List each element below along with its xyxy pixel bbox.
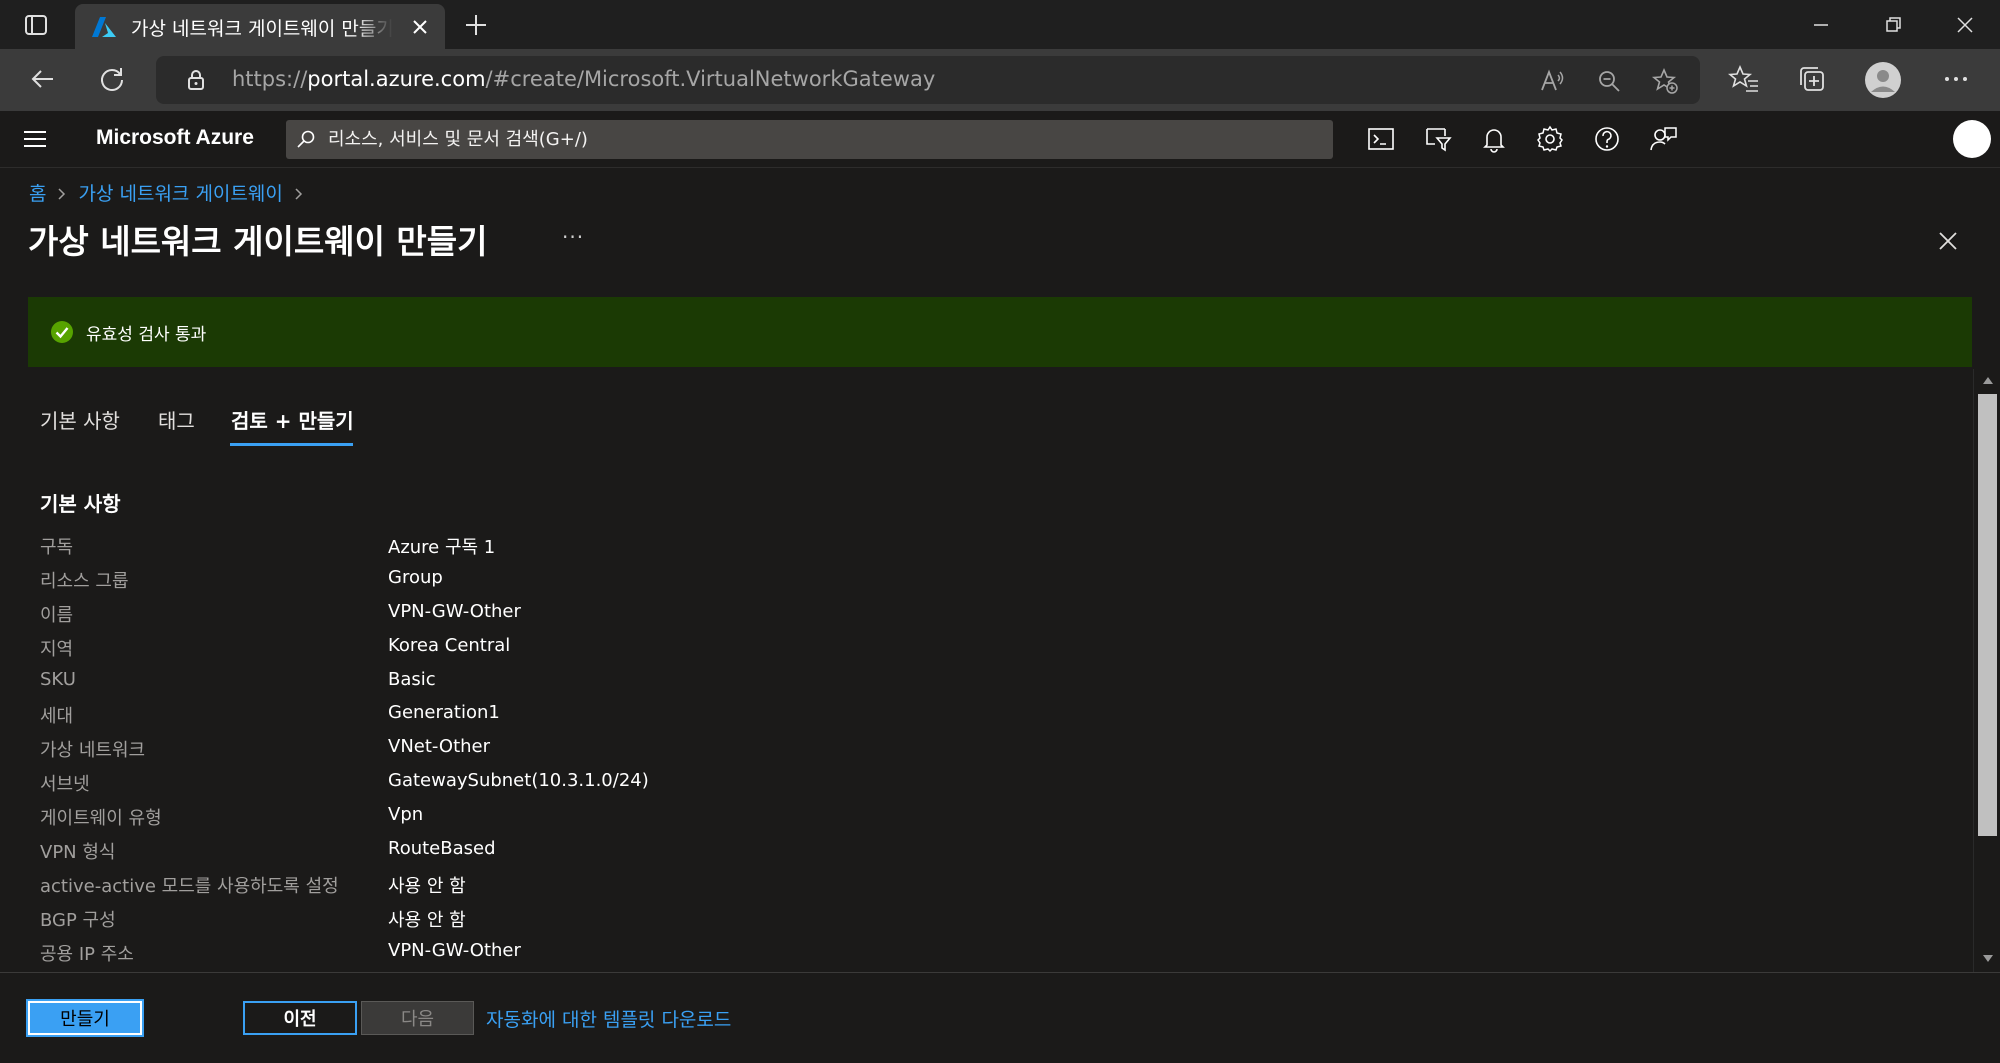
row-value: RouteBased: [388, 838, 496, 859]
section-title-basics: 기본 사항: [40, 492, 121, 516]
active-tab-indicator: [230, 443, 353, 446]
row-label: 지역: [40, 639, 74, 660]
summary-row: SKU Basic: [0, 669, 1200, 703]
summary-row: 가상 네트워크 VNet-Other: [0, 736, 1200, 770]
read-aloud-icon[interactable]: [1538, 67, 1566, 95]
summary-row: 세대 Generation1: [0, 702, 1200, 736]
row-value: VPN-GW-Other: [388, 940, 521, 961]
more-actions-icon[interactable]: ···: [562, 225, 584, 249]
row-value: Group: [388, 567, 443, 588]
summary-row: 지역 Korea Central: [0, 635, 1200, 669]
url-text: https://portal.azure.com/#create/Microso…: [232, 67, 936, 91]
url-field[interactable]: https://portal.azure.com/#create/Microso…: [156, 56, 1700, 104]
row-value: Korea Central: [388, 635, 511, 656]
row-label: active-active 모드를 사용하도록 설정: [40, 876, 339, 897]
summary-row: VPN 형식 RouteBased: [0, 838, 1200, 872]
row-label: VPN 형식: [40, 842, 116, 863]
tab-review-create[interactable]: 검토 + 만들기: [231, 405, 354, 445]
restore-icon[interactable]: [1880, 12, 1906, 38]
scroll-down-arrow-icon[interactable]: [1983, 955, 1993, 962]
next-button[interactable]: 다음: [361, 1001, 474, 1035]
more-options-icon[interactable]: [1940, 63, 1972, 95]
back-icon[interactable]: [28, 64, 58, 94]
summary-row: 공용 IP 주소 VPN-GW-Other: [0, 940, 1200, 974]
row-value: 사용 안 함: [388, 910, 466, 931]
row-value: VPN-GW-Other: [388, 601, 521, 622]
row-label: 공용 IP 주소: [40, 944, 134, 965]
row-value: GatewaySubnet(10.3.1.0/24): [388, 770, 649, 791]
close-window-icon[interactable]: [1952, 12, 1978, 38]
row-value: Generation1: [388, 702, 500, 723]
row-label: 서브넷: [40, 774, 90, 795]
close-blade-icon[interactable]: [1935, 228, 1961, 254]
breadcrumb-parent-link[interactable]: 가상 네트워크 게이트웨이: [78, 183, 282, 205]
row-value: Basic: [388, 669, 436, 690]
row-label: 이름: [40, 605, 74, 626]
summary-row: active-active 모드를 사용하도록 설정 사용 안 함: [0, 872, 1200, 906]
row-label: 가상 네트워크: [40, 740, 146, 761]
row-label: BGP 구성: [40, 910, 116, 931]
hamburger-menu-icon[interactable]: [22, 127, 48, 151]
tab-actions-icon[interactable]: [24, 13, 48, 37]
chevron-right-icon: [295, 188, 302, 200]
directory-filter-icon[interactable]: [1423, 124, 1453, 154]
chevron-right-icon: [58, 188, 66, 200]
cloud-shell-icon[interactable]: [1366, 124, 1396, 154]
page-title: 가상 네트워크 게이트웨이 만들기: [28, 222, 488, 261]
notifications-bell-icon[interactable]: [1479, 124, 1509, 154]
previous-button[interactable]: 이전: [243, 1001, 357, 1035]
search-icon: [297, 130, 315, 148]
row-label: 게이트웨이 유형: [40, 808, 162, 829]
browser-tab-active[interactable]: 가상 네트워크 게이트웨이 만들기 - Microsoft Azure: [75, 4, 445, 49]
validation-message: 유효성 검사 통과: [86, 325, 207, 345]
close-tab-icon[interactable]: [408, 15, 432, 39]
settings-gear-icon[interactable]: [1535, 124, 1565, 154]
browser-tab-title: 가상 네트워크 게이트웨이 만들기 - Microsoft Azure: [131, 18, 393, 40]
breadcrumb: 홈 가상 네트워크 게이트웨이: [29, 179, 315, 206]
favorites-icon[interactable]: [1728, 63, 1760, 95]
content-scrollbar[interactable]: [1973, 369, 2000, 972]
feedback-icon[interactable]: [1648, 124, 1678, 154]
summary-row: 게이트웨이 유형 Vpn: [0, 804, 1200, 838]
summary-row: 구독 Azure 구독 1: [0, 533, 1200, 567]
add-favorite-icon[interactable]: [1651, 67, 1679, 95]
create-button[interactable]: 만들기: [26, 999, 144, 1037]
row-label: 구독: [40, 537, 74, 558]
validation-passed-banner: 유효성 검사 통과: [28, 297, 1972, 367]
success-check-icon: [51, 321, 73, 343]
summary-row: 이름 VPN-GW-Other: [0, 601, 1200, 635]
help-icon[interactable]: [1592, 124, 1622, 154]
summary-row: 서브넷 GatewaySubnet(10.3.1.0/24): [0, 770, 1200, 804]
account-avatar[interactable]: [1953, 120, 1991, 158]
row-value: 사용 안 함: [388, 876, 466, 897]
scrollbar-thumb[interactable]: [1978, 394, 1997, 836]
azure-logo-icon: [92, 17, 116, 37]
zoom-out-icon[interactable]: [1595, 67, 1623, 95]
global-search-input[interactable]: [328, 120, 1318, 159]
azure-portal-header: Microsoft Azure: [0, 111, 2000, 168]
row-value: Vpn: [388, 804, 424, 825]
row-label: 세대: [40, 706, 74, 727]
new-tab-icon[interactable]: [462, 11, 490, 39]
summary-row: BGP 구성 사용 안 함: [0, 906, 1200, 940]
summary-row: 리소스 그룹 Group: [0, 567, 1200, 601]
browser-tab-strip: 가상 네트워크 게이트웨이 만들기 - Microsoft Azure: [0, 0, 2000, 49]
row-label: SKU: [40, 669, 76, 690]
minimize-icon[interactable]: [1808, 12, 1834, 38]
breadcrumb-home-link[interactable]: 홈: [29, 183, 46, 205]
global-search-box[interactable]: [286, 120, 1333, 159]
refresh-icon[interactable]: [97, 64, 127, 94]
row-label: 리소스 그룹: [40, 571, 129, 592]
row-value: Azure 구독 1: [388, 537, 496, 558]
tab-basics[interactable]: 기본 사항: [40, 405, 120, 445]
scroll-up-arrow-icon[interactable]: [1983, 377, 1993, 384]
collections-icon[interactable]: [1796, 63, 1828, 95]
lock-icon[interactable]: [184, 68, 208, 92]
browser-address-bar: https://portal.azure.com/#create/Microso…: [0, 49, 2000, 111]
profile-avatar-icon[interactable]: [1864, 61, 1902, 99]
download-template-link[interactable]: 자동화에 대한 템플릿 다운로드: [486, 1005, 731, 1032]
azure-brand[interactable]: Microsoft Azure: [96, 126, 254, 150]
row-value: VNet-Other: [388, 736, 491, 757]
tab-tags[interactable]: 태그: [158, 405, 195, 445]
